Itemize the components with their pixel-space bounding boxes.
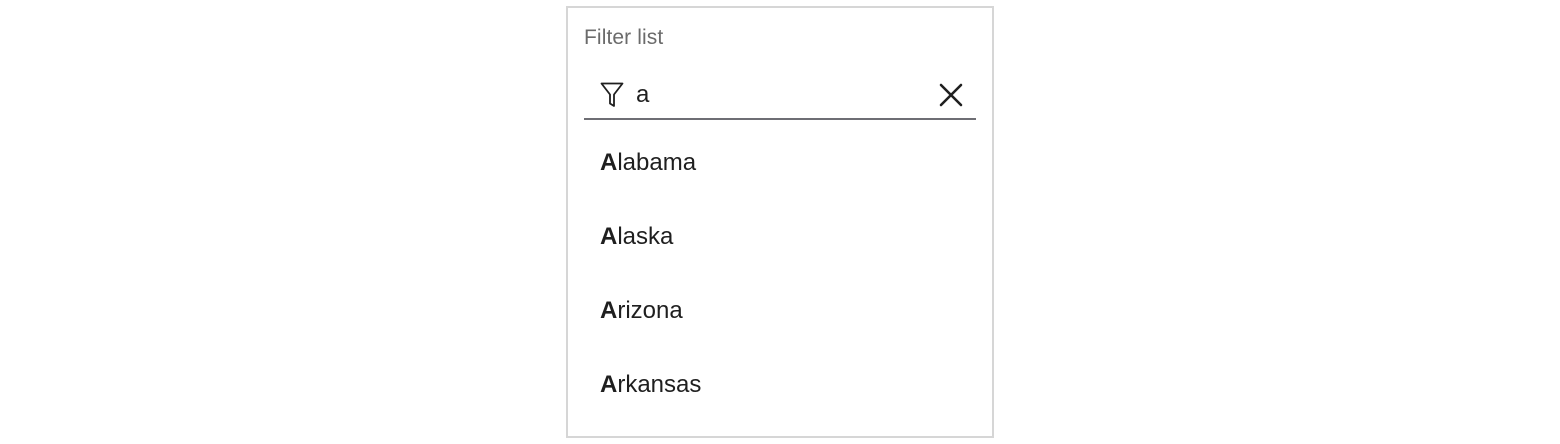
filter-results-list: Alabama Alaska Arizona Arkansas — [584, 126, 976, 422]
list-item[interactable]: Alabama — [584, 126, 976, 200]
filter-icon — [600, 82, 624, 107]
filter-search-field[interactable] — [584, 70, 976, 120]
match-highlight: A — [600, 149, 618, 176]
close-icon — [939, 83, 963, 107]
list-item[interactable]: Arkansas — [584, 348, 976, 422]
list-item[interactable]: Alaska — [584, 200, 976, 274]
list-item[interactable]: Arizona — [584, 274, 976, 348]
item-label-rest: rkansas — [617, 371, 702, 398]
match-highlight: A — [600, 371, 618, 398]
filter-list-panel: Filter list Alabama Alaska Arizona Arkan… — [566, 6, 994, 438]
item-label-rest: labama — [617, 149, 697, 176]
filter-list-label: Filter list — [584, 26, 664, 49]
match-highlight: A — [600, 223, 618, 250]
filter-input[interactable] — [636, 78, 916, 112]
item-label-rest: rizona — [617, 297, 683, 324]
match-highlight: A — [600, 297, 618, 324]
item-label-rest: laska — [617, 223, 674, 250]
clear-filter-button[interactable] — [936, 80, 966, 110]
